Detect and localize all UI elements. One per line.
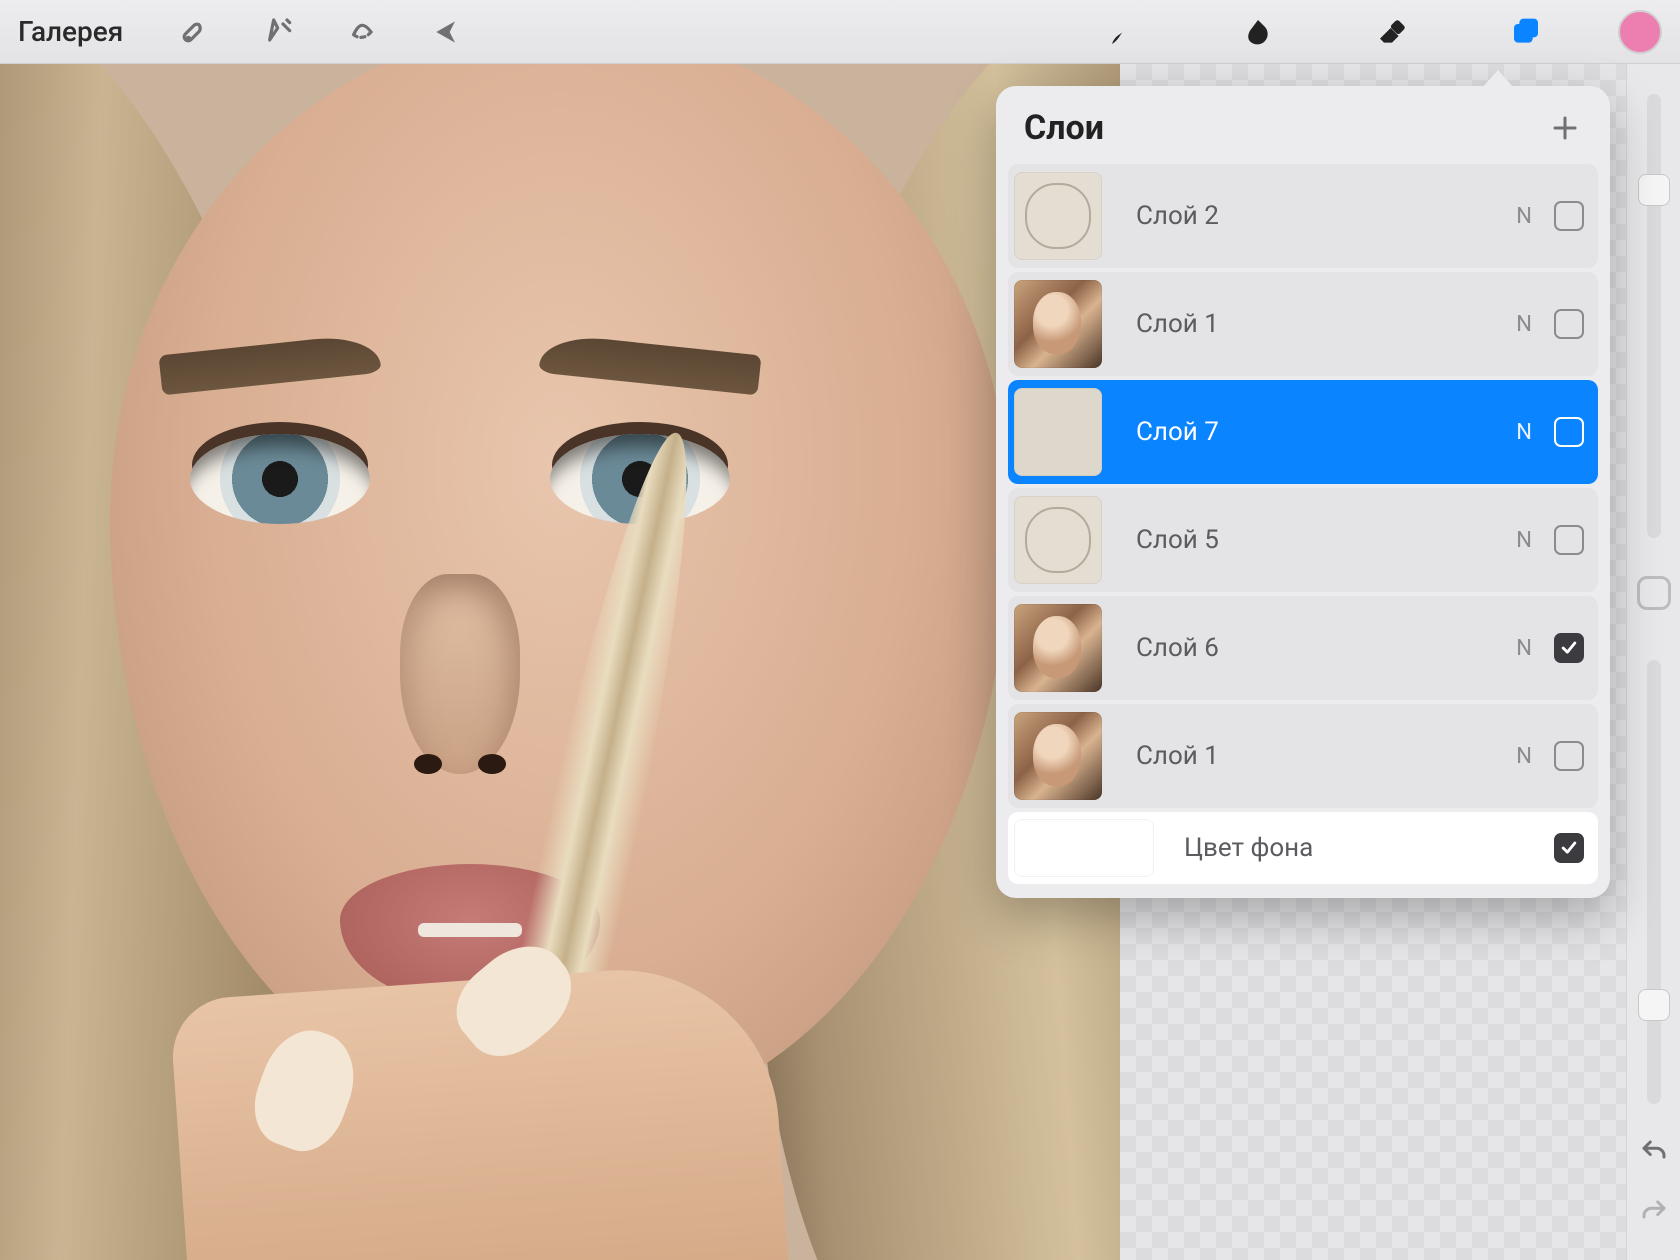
actions-icon[interactable]: [165, 2, 225, 62]
layer-row[interactable]: Слой 1N: [1008, 272, 1598, 376]
undo-icon[interactable]: [1636, 1134, 1672, 1170]
layer-thumbnail: [1014, 496, 1102, 584]
layer-thumbnail: [1014, 280, 1102, 368]
brush-size-thumb[interactable]: [1638, 174, 1670, 206]
gallery-button[interactable]: Галерея: [18, 15, 123, 48]
layers-list: Слой 2NСлой 1NСлой 7NСлой 5NСлой 6NСлой …: [996, 164, 1610, 884]
side-rail: [1626, 64, 1680, 1260]
layers-panel: Слои Слой 2NСлой 1NСлой 7NСлой 5NСлой 6N…: [996, 86, 1610, 898]
layer-name-label: Слой 6: [1136, 633, 1516, 663]
layer-visibility-toggle[interactable]: [1554, 741, 1584, 771]
layer-thumbnail: [1014, 604, 1102, 692]
brush-icon[interactable]: [1094, 2, 1154, 62]
blend-mode-letter[interactable]: N: [1516, 528, 1532, 553]
layer-visibility-toggle[interactable]: [1554, 309, 1584, 339]
brush-size-slider[interactable]: [1647, 94, 1661, 538]
layer-visibility-toggle[interactable]: [1554, 833, 1584, 863]
add-layer-button[interactable]: [1548, 111, 1582, 145]
blend-mode-letter[interactable]: N: [1516, 204, 1532, 229]
canvas[interactable]: [0, 64, 1120, 1260]
layer-name-label: Слой 7: [1136, 417, 1516, 447]
layers-panel-title: Слои: [1024, 108, 1104, 148]
layer-thumbnail: [1014, 172, 1102, 260]
smudge-icon[interactable]: [1228, 2, 1288, 62]
layer-row[interactable]: Слой 6N: [1008, 596, 1598, 700]
blend-mode-letter[interactable]: N: [1516, 744, 1532, 769]
color-swatch[interactable]: [1618, 10, 1662, 54]
layer-thumbnail: [1014, 712, 1102, 800]
eraser-icon[interactable]: [1362, 2, 1422, 62]
layer-visibility-toggle[interactable]: [1554, 633, 1584, 663]
artwork-portrait: [0, 64, 1120, 1260]
layer-visibility-toggle[interactable]: [1554, 201, 1584, 231]
top-toolbar: Галерея: [0, 0, 1680, 64]
layer-name-label: Слой 5: [1136, 525, 1516, 555]
layer-row[interactable]: Слой 2N: [1008, 164, 1598, 268]
blend-mode-letter[interactable]: N: [1516, 312, 1532, 337]
layer-name-label: Слой 1: [1136, 309, 1516, 339]
redo-icon[interactable]: [1636, 1194, 1672, 1230]
eyedropper-button[interactable]: [1637, 576, 1671, 610]
layer-visibility-toggle[interactable]: [1554, 417, 1584, 447]
layer-name-label: Слой 1: [1136, 741, 1516, 771]
blend-mode-letter[interactable]: N: [1516, 420, 1532, 445]
layer-thumbnail: [1014, 819, 1154, 877]
selection-icon[interactable]: [333, 2, 393, 62]
layer-row[interactable]: Слой 5N: [1008, 488, 1598, 592]
layer-name-label: Слой 2: [1136, 201, 1516, 231]
layer-row[interactable]: Слой 7N: [1008, 380, 1598, 484]
layer-visibility-toggle[interactable]: [1554, 525, 1584, 555]
layer-name-label: Цвет фона: [1184, 833, 1554, 863]
opacity-slider[interactable]: [1647, 660, 1661, 1104]
layer-thumbnail: [1014, 388, 1102, 476]
transform-icon[interactable]: [417, 2, 477, 62]
adjustments-icon[interactable]: [249, 2, 309, 62]
layers-icon[interactable]: [1496, 2, 1556, 62]
background-layer-row[interactable]: Цвет фона: [1008, 812, 1598, 884]
blend-mode-letter[interactable]: N: [1516, 636, 1532, 661]
layer-row[interactable]: Слой 1N: [1008, 704, 1598, 808]
opacity-thumb[interactable]: [1638, 989, 1670, 1021]
